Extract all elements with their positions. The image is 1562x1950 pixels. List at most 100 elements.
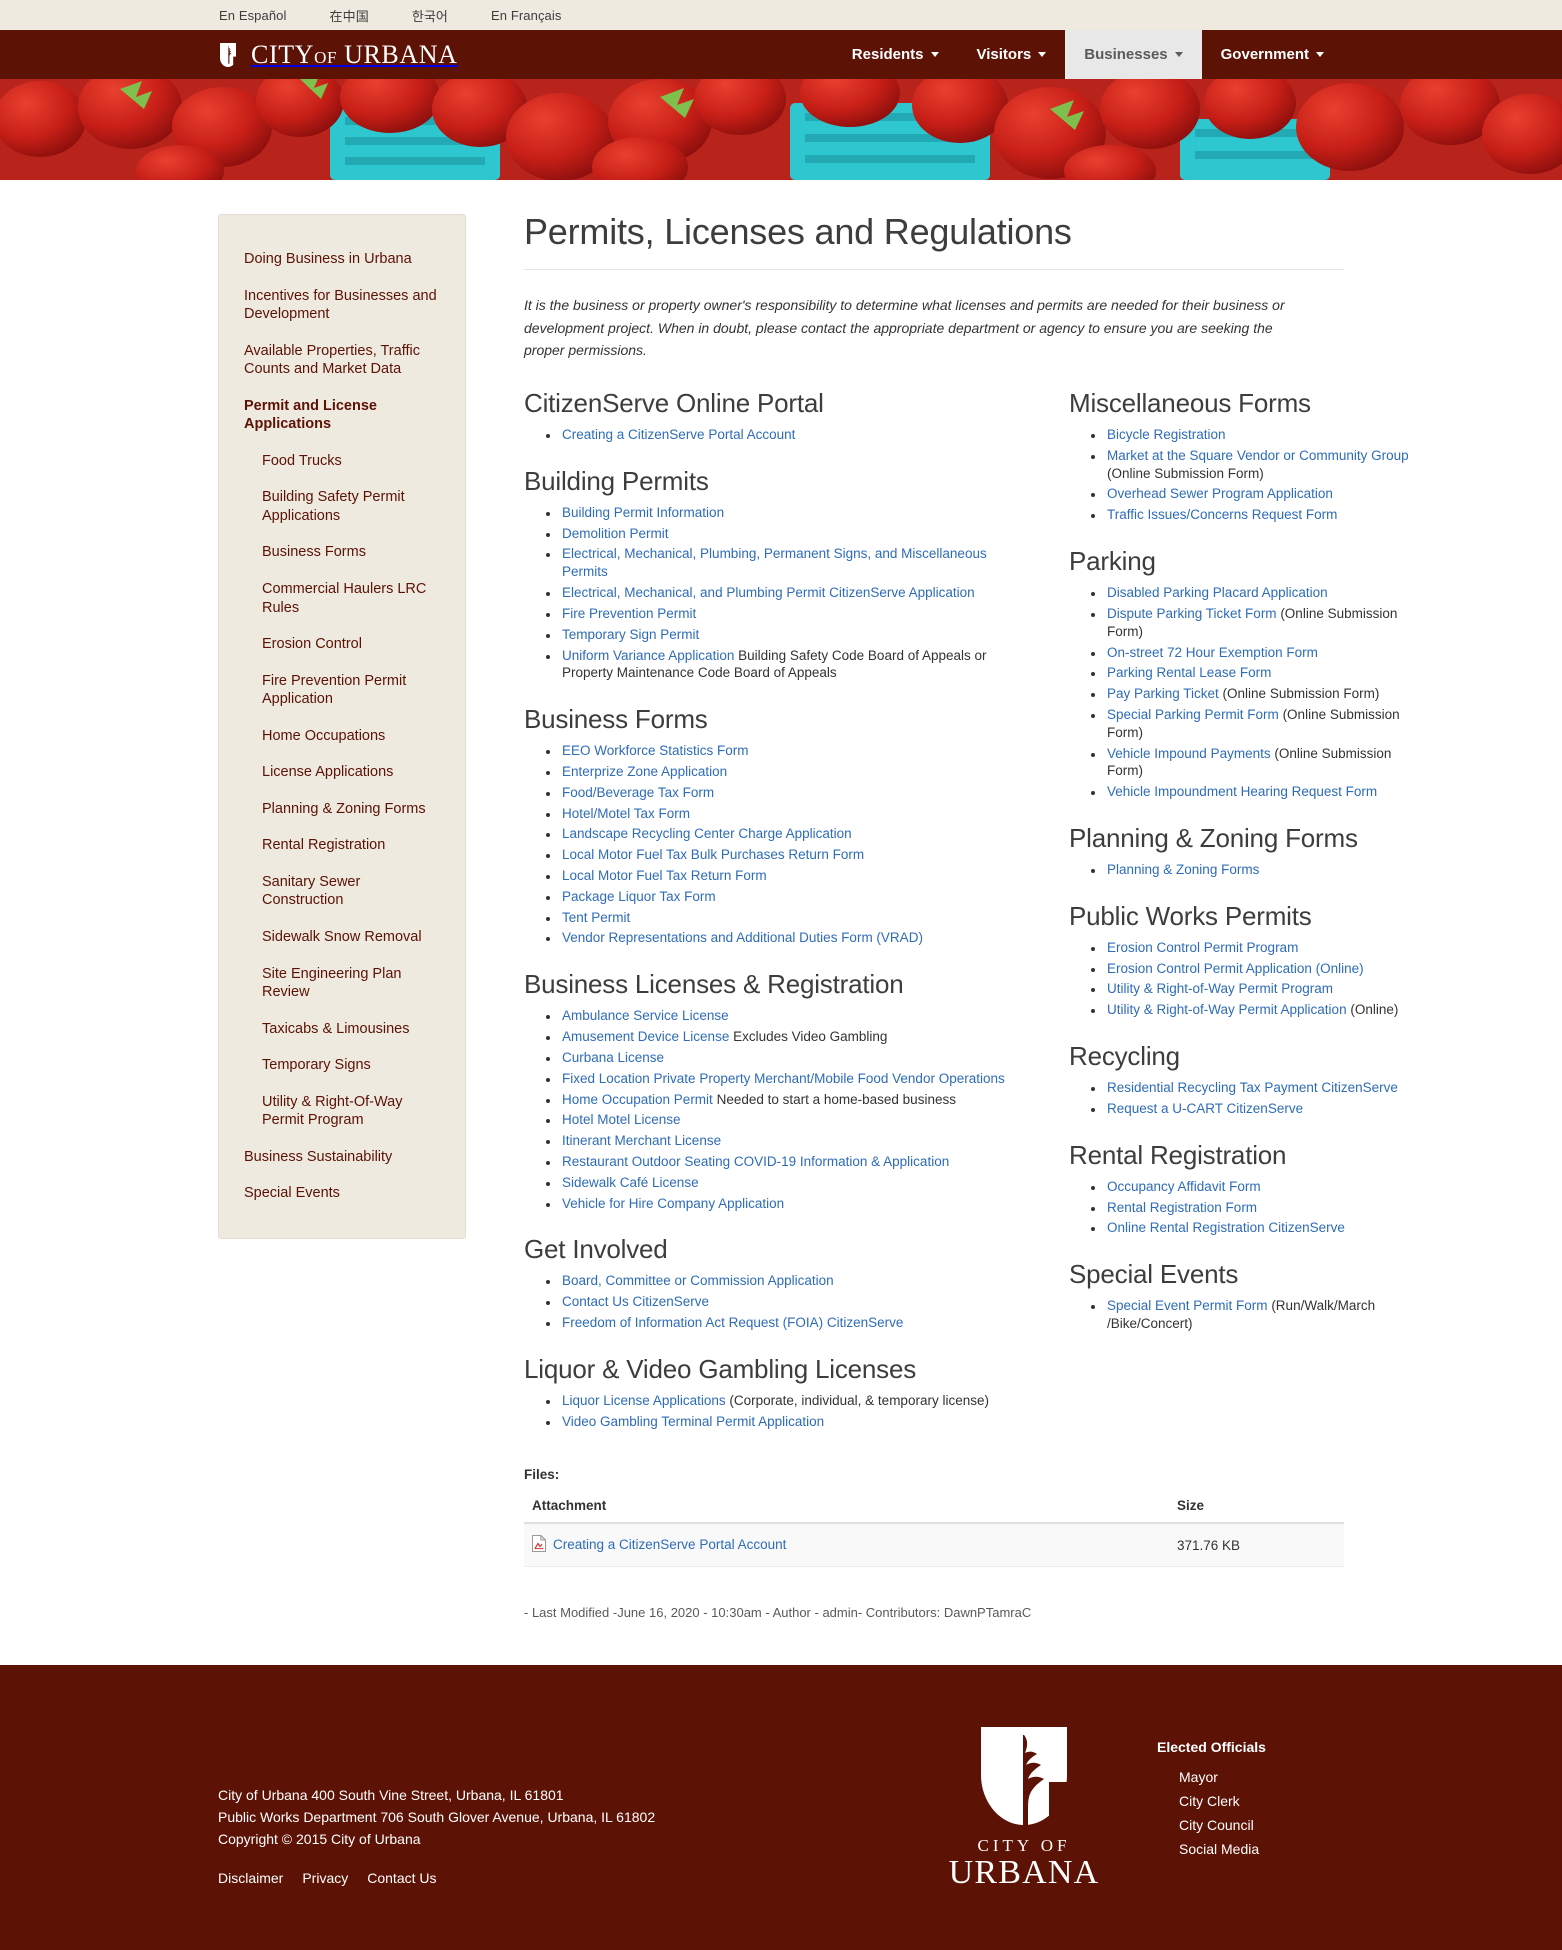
- link-electrical-mechanical-and-plumbing-permit-citizenserve-appli[interactable]: Electrical, Mechanical, and Plumbing Per…: [562, 585, 975, 600]
- link-building-permit-information[interactable]: Building Permit Information: [562, 505, 724, 520]
- link-utility-right-of-way-permit-application[interactable]: Utility & Right-of-Way Permit Applicatio…: [1107, 1002, 1347, 1017]
- sidebar-item-taxicabs-limousines[interactable]: Taxicabs & Limousines: [219, 1011, 465, 1048]
- link-local-motor-fuel-tax-return-form[interactable]: Local Motor Fuel Tax Return Form: [562, 868, 767, 883]
- link-tent-permit[interactable]: Tent Permit: [562, 910, 630, 925]
- link-home-occupation-permit[interactable]: Home Occupation Permit: [562, 1092, 713, 1107]
- link-temporary-sign-permit[interactable]: Temporary Sign Permit: [562, 627, 699, 642]
- sidebar-item-planning-zoning-forms[interactable]: Planning & Zoning Forms: [219, 791, 465, 828]
- section-heading-parking: Parking: [1069, 546, 1156, 577]
- sidebar-item-utility-right-of-way-permit-program[interactable]: Utility & Right-Of-Way Permit Program: [219, 1084, 465, 1139]
- link-fixed-location-private-property-merchant-mobile-food-vendor-[interactable]: Fixed Location Private Property Merchant…: [562, 1071, 1005, 1086]
- link-bicycle-registration[interactable]: Bicycle Registration: [1107, 427, 1226, 442]
- nav-item-residents[interactable]: Residents: [833, 30, 958, 79]
- brand-wordmark: CITYOF URBANA: [251, 40, 458, 70]
- link-local-motor-fuel-tax-bulk-purchases-return-form[interactable]: Local Motor Fuel Tax Bulk Purchases Retu…: [562, 847, 864, 862]
- link-dispute-parking-ticket-form[interactable]: Dispute Parking Ticket Form: [1107, 606, 1277, 621]
- link-vehicle-impoundment-hearing-request-form[interactable]: Vehicle Impoundment Hearing Request Form: [1107, 784, 1377, 799]
- sidebar-item-food-trucks[interactable]: Food Trucks: [219, 443, 465, 480]
- link-request-a-u-cart-citizenserve[interactable]: Request a U-CART CitizenServe: [1107, 1101, 1303, 1116]
- link-vehicle-for-hire-company-application[interactable]: Vehicle for Hire Company Application: [562, 1196, 784, 1211]
- link-sidewalk-caf-license[interactable]: Sidewalk Café License: [562, 1175, 699, 1190]
- link-package-liquor-tax-form[interactable]: Package Liquor Tax Form: [562, 889, 716, 904]
- link-overhead-sewer-program-application[interactable]: Overhead Sewer Program Application: [1107, 486, 1333, 501]
- link-disabled-parking-placard-application[interactable]: Disabled Parking Placard Application: [1107, 585, 1328, 600]
- link-electrical-mechanical-plumbing-permanent-signs-and-miscellan[interactable]: Electrical, Mechanical, Plumbing, Perman…: [562, 546, 987, 579]
- link-creating-a-citizenserve-portal-account[interactable]: Creating a CitizenServe Portal Account: [562, 427, 795, 442]
- language-link-zh[interactable]: 在中国: [330, 6, 369, 25]
- nav-item-visitors[interactable]: Visitors: [958, 30, 1066, 79]
- nav-item-businesses[interactable]: Businesses: [1065, 30, 1202, 79]
- link-food-beverage-tax-form[interactable]: Food/Beverage Tax Form: [562, 785, 714, 800]
- link-parking-rental-lease-form[interactable]: Parking Rental Lease Form: [1107, 665, 1271, 680]
- link-hotel-motel-tax-form[interactable]: Hotel/Motel Tax Form: [562, 806, 690, 821]
- footer-link-contact-us[interactable]: Contact Us: [367, 1870, 436, 1886]
- sidebar-item-incentives-for-businesses-and-development[interactable]: Incentives for Businesses and Developmen…: [219, 278, 465, 333]
- nav-item-government[interactable]: Government: [1202, 30, 1343, 79]
- sidebar-item-fire-prevention-permit-application[interactable]: Fire Prevention Permit Application: [219, 663, 465, 718]
- section-heading-get-involved: Get Involved: [524, 1234, 668, 1265]
- link-erosion-control-permit-application-online[interactable]: Erosion Control Permit Application (Onli…: [1107, 961, 1364, 976]
- sidebar-item-doing-business-in-urbana[interactable]: Doing Business in Urbana: [219, 241, 465, 278]
- link-itinerant-merchant-license[interactable]: Itinerant Merchant License: [562, 1133, 721, 1148]
- link-contact-us-citizenserve[interactable]: Contact Us CitizenServe: [562, 1294, 709, 1309]
- site-logo-link[interactable]: CITYOF URBANA: [0, 30, 458, 79]
- sidebar-item-site-engineering-plan-review[interactable]: Site Engineering Plan Review: [219, 956, 465, 1011]
- link-ambulance-service-license[interactable]: Ambulance Service License: [562, 1008, 729, 1023]
- link-uniform-variance-application[interactable]: Uniform Variance Application: [562, 648, 734, 663]
- link-rental-registration-form[interactable]: Rental Registration Form: [1107, 1200, 1257, 1215]
- language-link-es[interactable]: En Español: [219, 8, 287, 23]
- link-demolition-permit[interactable]: Demolition Permit: [562, 526, 669, 541]
- link-erosion-control-permit-program[interactable]: Erosion Control Permit Program: [1107, 940, 1298, 955]
- link-pay-parking-ticket[interactable]: Pay Parking Ticket: [1107, 686, 1219, 701]
- link-special-event-permit-form[interactable]: Special Event Permit Form: [1107, 1298, 1268, 1313]
- link-landscape-recycling-center-charge-application[interactable]: Landscape Recycling Center Charge Applic…: [562, 826, 852, 841]
- sidebar-item-sanitary-sewer-construction[interactable]: Sanitary Sewer Construction: [219, 864, 465, 919]
- sidebar-item-sidewalk-snow-removal[interactable]: Sidewalk Snow Removal: [219, 919, 465, 956]
- link-video-gambling-terminal-permit-application[interactable]: Video Gambling Terminal Permit Applicati…: [562, 1414, 824, 1429]
- link-utility-right-of-way-permit-program[interactable]: Utility & Right-of-Way Permit Program: [1107, 981, 1333, 996]
- link-enterprize-zone-application[interactable]: Enterprize Zone Application: [562, 764, 727, 779]
- sidebar-item-special-events[interactable]: Special Events: [219, 1175, 465, 1212]
- link-board-committee-or-commission-application[interactable]: Board, Committee or Commission Applicati…: [562, 1273, 834, 1288]
- link-residential-recycling-tax-payment-citizenserve[interactable]: Residential Recycling Tax Payment Citize…: [1107, 1080, 1398, 1095]
- footer-link-mayor[interactable]: Mayor: [1157, 1765, 1344, 1789]
- link-traffic-issues-concerns-request-form[interactable]: Traffic Issues/Concerns Request Form: [1107, 507, 1337, 522]
- link-market-at-the-square-vendor-or-community-group[interactable]: Market at the Square Vendor or Community…: [1107, 448, 1409, 463]
- link-eeo-workforce-statistics-form[interactable]: EEO Workforce Statistics Form: [562, 743, 749, 758]
- sidebar-item-license-applications[interactable]: License Applications: [219, 754, 465, 791]
- list-item: Utility & Right-of-Way Permit Applicatio…: [1105, 1001, 1424, 1019]
- sidebar-item-erosion-control[interactable]: Erosion Control: [219, 626, 465, 663]
- sidebar-item-rental-registration[interactable]: Rental Registration: [219, 827, 465, 864]
- link-vehicle-impound-payments[interactable]: Vehicle Impound Payments: [1107, 746, 1271, 761]
- link-amusement-device-license[interactable]: Amusement Device License: [562, 1029, 729, 1044]
- link-special-parking-permit-form[interactable]: Special Parking Permit Form: [1107, 707, 1279, 722]
- sidebar-item-business-forms[interactable]: Business Forms: [219, 534, 465, 571]
- chevron-down-icon: [930, 52, 939, 57]
- sidebar-item-building-safety-permit-applications[interactable]: Building Safety Permit Applications: [219, 479, 465, 534]
- link-fire-prevention-permit[interactable]: Fire Prevention Permit: [562, 606, 696, 621]
- language-link-ko[interactable]: 한국어: [412, 6, 448, 25]
- link-online-rental-registration-citizenserve[interactable]: Online Rental Registration CitizenServe: [1107, 1220, 1345, 1235]
- attachment-link[interactable]: Creating a CitizenServe Portal Account: [553, 1537, 786, 1552]
- link-planning-zoning-forms[interactable]: Planning & Zoning Forms: [1107, 862, 1259, 877]
- sidebar-item-home-occupations[interactable]: Home Occupations: [219, 718, 465, 755]
- footer-link-social-media[interactable]: Social Media: [1157, 1837, 1344, 1861]
- footer-link-privacy[interactable]: Privacy: [302, 1870, 348, 1886]
- link-hotel-motel-license[interactable]: Hotel Motel License: [562, 1112, 681, 1127]
- link-occupancy-affidavit-form[interactable]: Occupancy Affidavit Form: [1107, 1179, 1261, 1194]
- sidebar-item-commercial-haulers-lrc-rules[interactable]: Commercial Haulers LRC Rules: [219, 571, 465, 626]
- link-on-street-72-hour-exemption-form[interactable]: On-street 72 Hour Exemption Form: [1107, 645, 1318, 660]
- sidebar-item-business-sustainability[interactable]: Business Sustainability: [219, 1139, 465, 1176]
- sidebar-item-available-properties-traffic-counts-and-market-data[interactable]: Available Properties, Traffic Counts and…: [219, 333, 465, 388]
- footer-link-city-council[interactable]: City Council: [1157, 1813, 1344, 1837]
- link-restaurant-outdoor-seating-covid-19-information-application[interactable]: Restaurant Outdoor Seating COVID-19 Info…: [562, 1154, 949, 1169]
- link-curbana-license[interactable]: Curbana License: [562, 1050, 664, 1065]
- link-vendor-representations-and-additional-duties-form-vrad[interactable]: Vendor Representations and Additional Du…: [562, 930, 923, 945]
- footer-link-city-clerk[interactable]: City Clerk: [1157, 1789, 1344, 1813]
- link-freedom-of-information-act-request-foia-citizenserve[interactable]: Freedom of Information Act Request (FOIA…: [562, 1315, 903, 1330]
- language-link-fr[interactable]: En Français: [491, 8, 561, 23]
- sidebar-item-temporary-signs[interactable]: Temporary Signs: [219, 1047, 465, 1084]
- link-liquor-license-applications[interactable]: Liquor License Applications: [562, 1393, 726, 1408]
- footer-link-disclaimer[interactable]: Disclaimer: [218, 1870, 283, 1886]
- sidebar-item-permit-and-license-applications[interactable]: Permit and License Applications: [219, 388, 465, 443]
